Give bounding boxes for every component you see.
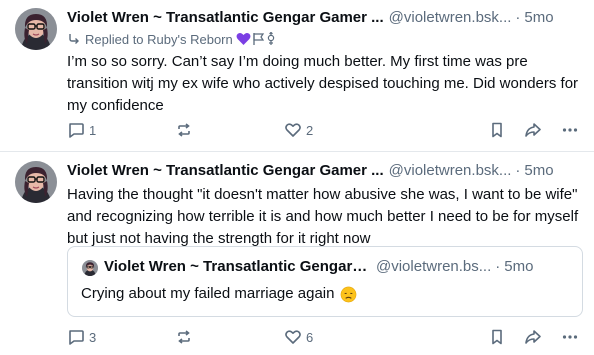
like-count: 6 [306, 329, 314, 345]
reply-button[interactable]: 3 [67, 326, 96, 348]
quoted-text: Crying about my failed marriage again [81, 285, 335, 302]
flag-icon [253, 33, 264, 45]
ellipsis-icon [562, 128, 578, 132]
purple-heart-icon [236, 33, 251, 45]
reply-count: 1 [89, 122, 97, 138]
bookmark-icon [492, 122, 502, 138]
post-timestamp[interactable]: 5mo [524, 162, 553, 179]
more-options-button[interactable] [561, 326, 579, 348]
post-timestamp[interactable]: 5mo [524, 9, 553, 26]
reply-count: 3 [89, 329, 97, 345]
quoted-post[interactable]: Violet Wren ~ Transatlantic Gengar Ga...… [67, 246, 583, 317]
heart-icon [285, 123, 301, 137]
author-display-name[interactable]: Violet Wren ~ Transatlantic Gengar Gamer… [67, 162, 384, 179]
avatar[interactable] [15, 8, 57, 50]
reply-button[interactable]: 1 [67, 119, 96, 141]
post-actions: 3 6 [67, 326, 586, 348]
like-count: 2 [306, 122, 314, 138]
disappointed-face-emoji [341, 286, 357, 302]
reply-arrow-icon [69, 34, 79, 44]
post-text: I’m so so sorry. Can’t say I’m doing muc… [67, 53, 579, 114]
repost-icon [178, 330, 190, 344]
ellipsis-icon [562, 335, 578, 339]
post[interactable]: Violet Wren ~ Transatlantic Gengar Gamer… [0, 152, 594, 355]
bookmark-icon [492, 329, 502, 345]
repost-button[interactable] [175, 326, 197, 348]
separator-dot: · [515, 9, 521, 26]
repost-icon [178, 123, 190, 137]
quoted-display-name[interactable]: Violet Wren ~ Transatlantic Gengar Ga... [104, 258, 368, 275]
reply-context[interactable]: Replied to Ruby's Reborn [67, 29, 584, 49]
bookmark-button[interactable] [488, 119, 506, 141]
like-button[interactable]: 6 [284, 326, 313, 348]
share-icon [525, 123, 541, 137]
avatar[interactable] [15, 161, 57, 203]
share-button[interactable] [524, 326, 542, 348]
post[interactable]: Violet Wren ~ Transatlantic Gengar Gamer… [0, 0, 594, 152]
post-text: Having the thought "it doesn't matter ho… [67, 186, 579, 247]
quoted-timestamp[interactable]: 5mo [504, 258, 533, 275]
repost-button[interactable] [175, 119, 197, 141]
more-options-button[interactable] [561, 119, 579, 141]
share-icon [525, 330, 541, 344]
heart-icon [285, 330, 301, 344]
author-handle[interactable]: @violetwren.bsk... [389, 162, 512, 179]
like-button[interactable]: 2 [284, 119, 313, 141]
transgender-symbol-icon [267, 32, 274, 45]
reply-icon [69, 330, 84, 345]
share-button[interactable] [524, 119, 542, 141]
separator-dot: · [495, 258, 501, 275]
author-display-name[interactable]: Violet Wren ~ Transatlantic Gengar Gamer… [67, 9, 384, 26]
post-actions: 1 2 [67, 119, 586, 141]
separator-dot: · [515, 162, 521, 179]
reply-icon [69, 123, 84, 138]
quoted-avatar[interactable] [82, 260, 98, 276]
bookmark-button[interactable] [488, 326, 506, 348]
reply-to-label[interactable]: Replied to Ruby's Reborn [85, 32, 233, 47]
author-handle[interactable]: @violetwren.bsk... [389, 9, 512, 26]
quoted-handle[interactable]: @violetwren.bs... [376, 258, 491, 275]
